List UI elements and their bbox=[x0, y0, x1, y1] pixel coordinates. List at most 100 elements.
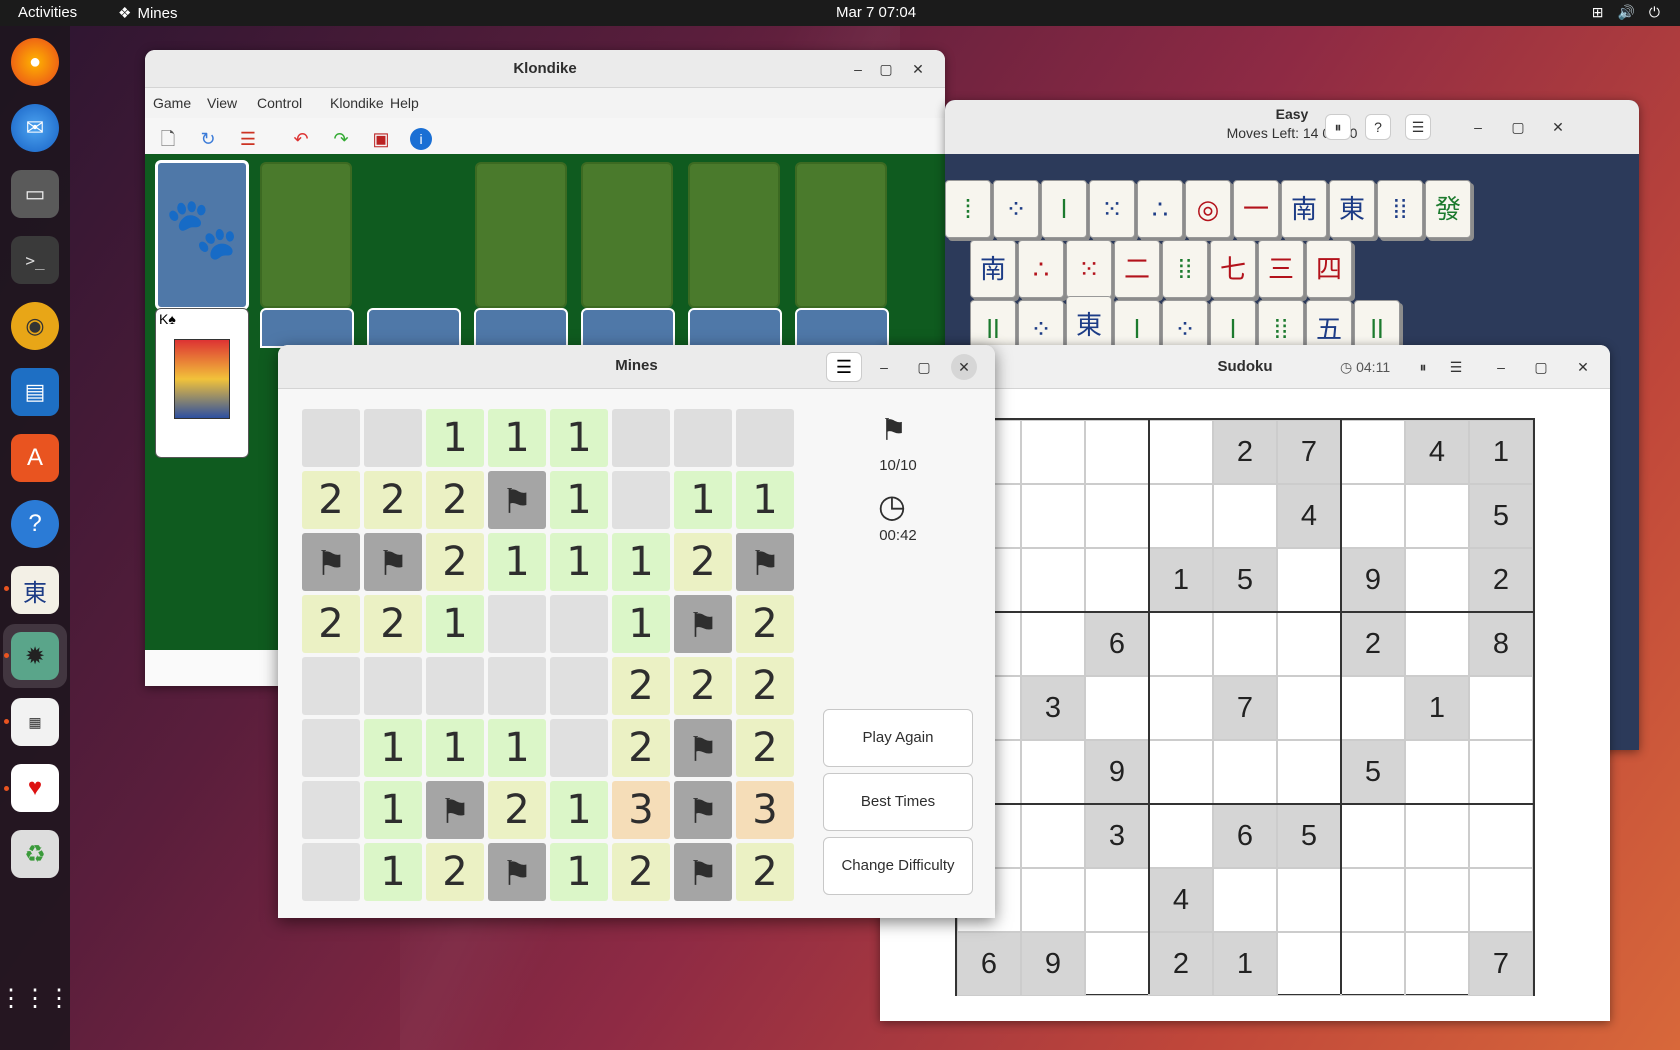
sudoku-cell[interactable]: 9 bbox=[1341, 548, 1405, 612]
sudoku-cell[interactable] bbox=[1021, 548, 1085, 612]
dots-tile[interactable]: ∴ bbox=[1018, 240, 1064, 298]
sudoku-cell[interactable] bbox=[1149, 420, 1213, 484]
menu-button[interactable]: ☰ bbox=[826, 352, 862, 382]
sudoku-cell[interactable] bbox=[1085, 548, 1149, 612]
sudoku-cell[interactable]: 9 bbox=[1021, 932, 1085, 996]
wind-tile[interactable]: 南 bbox=[970, 240, 1016, 298]
deal-icon[interactable]: ▣ bbox=[370, 128, 392, 150]
mine-cell-number[interactable]: 1 bbox=[550, 533, 608, 591]
mine-cell-number[interactable]: 1 bbox=[550, 471, 608, 529]
pause-button[interactable]: ⏸ bbox=[1325, 114, 1351, 140]
menu-button[interactable]: ☰ bbox=[1405, 114, 1431, 140]
minimize-button[interactable]: – bbox=[845, 56, 871, 82]
mine-cell-number[interactable]: 2 bbox=[736, 843, 794, 901]
trash-icon[interactable]: ♻ bbox=[11, 830, 59, 878]
mine-cell-number[interactable]: 1 bbox=[674, 471, 732, 529]
tableau-card-back[interactable] bbox=[581, 308, 675, 348]
mine-cell-flagged[interactable]: ⚑ bbox=[736, 533, 794, 591]
writer-icon[interactable]: ▤ bbox=[11, 368, 59, 416]
dots-tile[interactable]: ∴ bbox=[1137, 180, 1183, 238]
tableau-card-back[interactable] bbox=[260, 308, 354, 348]
klondike-titlebar[interactable]: Klondike – ▢ ✕ bbox=[145, 50, 945, 88]
mine-cell-number[interactable]: 2 bbox=[302, 471, 360, 529]
sudoku-cell[interactable] bbox=[1341, 868, 1405, 932]
menu-control[interactable]: Control bbox=[257, 95, 302, 111]
undo-icon[interactable]: ↶ bbox=[290, 128, 312, 150]
mine-cell-number[interactable]: 1 bbox=[364, 781, 422, 839]
mahjongg-headerbar[interactable]: Easy Moves Left: 14 00:00 ⏸ ? ☰ – ▢ ✕ bbox=[945, 100, 1639, 154]
sudoku-cell[interactable] bbox=[1021, 804, 1085, 868]
menu-klondike[interactable]: Klondike bbox=[330, 95, 384, 111]
firefox-icon[interactable]: ● bbox=[11, 38, 59, 86]
pause-button[interactable]: ⏸ bbox=[1410, 354, 1436, 380]
mine-cell-unrevealed[interactable] bbox=[736, 409, 794, 467]
maximize-button[interactable]: ▢ bbox=[911, 354, 937, 380]
sudoku-cell[interactable]: 2 bbox=[1149, 932, 1213, 996]
sudoku-cell[interactable]: 7 bbox=[1277, 420, 1341, 484]
sudoku-cell[interactable] bbox=[1405, 804, 1469, 868]
dots-tile[interactable]: ⁙ bbox=[1089, 180, 1135, 238]
waste-slot[interactable] bbox=[260, 162, 352, 308]
terminal-icon[interactable]: >_ bbox=[11, 236, 59, 284]
dots-tile[interactable]: ⁞⁞ bbox=[1377, 180, 1423, 238]
sudoku-cell[interactable] bbox=[1277, 612, 1341, 676]
sudoku-cell[interactable] bbox=[1149, 484, 1213, 548]
sudoku-cell[interactable]: 2 bbox=[1341, 612, 1405, 676]
mine-cell-number[interactable]: 1 bbox=[426, 719, 484, 777]
mine-cell-flagged[interactable]: ⚑ bbox=[302, 533, 360, 591]
mine-cell-number[interactable]: 1 bbox=[426, 595, 484, 653]
sudoku-cell[interactable] bbox=[1405, 612, 1469, 676]
mine-cell-empty[interactable] bbox=[302, 781, 360, 839]
sudoku-cell[interactable]: 7 bbox=[1469, 932, 1533, 996]
mine-cell-number[interactable]: 2 bbox=[612, 719, 670, 777]
mine-cell-empty[interactable] bbox=[488, 657, 546, 715]
mahjongg-icon[interactable]: 東 bbox=[11, 566, 59, 614]
mine-cell-number[interactable]: 2 bbox=[612, 843, 670, 901]
sudoku-cell[interactable]: 6 bbox=[957, 932, 1021, 996]
mine-cell-number[interactable]: 1 bbox=[426, 409, 484, 467]
mine-cell-number[interactable]: 2 bbox=[736, 719, 794, 777]
sudoku-cell[interactable] bbox=[1149, 676, 1213, 740]
select-game-icon[interactable]: ☰ bbox=[237, 128, 259, 150]
sudoku-cell[interactable] bbox=[1469, 804, 1533, 868]
character-tile[interactable]: 三 bbox=[1258, 240, 1304, 298]
mine-cell-number[interactable]: 1 bbox=[736, 471, 794, 529]
sudoku-cell[interactable] bbox=[1085, 420, 1149, 484]
mine-cell-number[interactable]: 1 bbox=[488, 533, 546, 591]
mine-cell-number[interactable]: 1 bbox=[488, 719, 546, 777]
mine-cell-number[interactable]: 1 bbox=[612, 595, 670, 653]
sudoku-cell[interactable]: 6 bbox=[1213, 804, 1277, 868]
minimize-button[interactable]: – bbox=[1465, 114, 1491, 140]
mines-icon[interactable]: ✹ bbox=[11, 632, 59, 680]
wind-tile[interactable]: 東 bbox=[1329, 180, 1375, 238]
thunderbird-icon[interactable]: ✉ bbox=[11, 104, 59, 152]
sudoku-cell[interactable]: 7 bbox=[1213, 676, 1277, 740]
redo-icon[interactable]: ↷ bbox=[330, 128, 352, 150]
sudoku-cell[interactable]: 2 bbox=[1213, 420, 1277, 484]
mine-cell-flagged[interactable]: ⚑ bbox=[674, 595, 732, 653]
king-of-spades-card[interactable]: K♠ bbox=[155, 308, 249, 458]
tableau-card-back[interactable] bbox=[795, 308, 889, 348]
mine-cell-unrevealed[interactable] bbox=[302, 409, 360, 467]
close-button[interactable]: ✕ bbox=[1570, 354, 1596, 380]
sudoku-cell[interactable] bbox=[1085, 676, 1149, 740]
mine-cell-flagged[interactable]: ⚑ bbox=[488, 471, 546, 529]
maximize-button[interactable]: ▢ bbox=[1505, 114, 1531, 140]
mine-cell-number[interactable]: 2 bbox=[612, 657, 670, 715]
sudoku-cell[interactable] bbox=[1405, 740, 1469, 804]
sudoku-cell[interactable] bbox=[1021, 484, 1085, 548]
sudoku-cell[interactable]: 9 bbox=[1085, 740, 1149, 804]
sudoku-cell[interactable]: 5 bbox=[1277, 804, 1341, 868]
mine-cell-number[interactable]: 2 bbox=[674, 533, 732, 591]
minimize-button[interactable]: – bbox=[871, 354, 897, 380]
bamboo-tile[interactable]: ⁞ bbox=[945, 180, 991, 238]
sudoku-cell[interactable] bbox=[1021, 868, 1085, 932]
mine-cell-number[interactable]: 1 bbox=[488, 409, 546, 467]
sudoku-cell[interactable] bbox=[1277, 548, 1341, 612]
sudoku-cell[interactable] bbox=[1405, 932, 1469, 996]
mines-headerbar[interactable]: Mines ☰ – ▢ ✕ bbox=[278, 345, 995, 389]
minimize-button[interactable]: – bbox=[1488, 354, 1514, 380]
close-button[interactable]: ✕ bbox=[905, 56, 931, 82]
foundation-slot[interactable] bbox=[581, 162, 673, 308]
sudoku-cell[interactable] bbox=[1405, 484, 1469, 548]
